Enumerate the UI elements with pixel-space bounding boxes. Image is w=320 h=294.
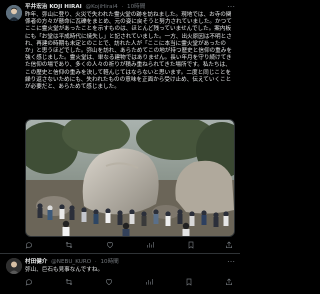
share-icon	[225, 241, 232, 248]
post-image[interactable]	[25, 119, 235, 237]
views-button[interactable]	[146, 241, 156, 249]
avatar[interactable]	[6, 5, 22, 21]
author-name[interactable]: 村田健介	[25, 259, 47, 265]
reply-button[interactable]	[25, 278, 33, 286]
post-body: 弥山、巨石も見事なんですね。	[25, 267, 104, 273]
reply-icon	[25, 242, 32, 249]
timeline: 平井宏治 KOJI HIRAI @KojiHirai4 · 10時間 ⋯ 昨年、…	[0, 0, 240, 294]
post-time[interactable]: 10時間	[127, 4, 145, 10]
views-icon	[147, 242, 154, 248]
like-icon	[106, 242, 113, 249]
bookmark-button[interactable]	[187, 241, 195, 249]
repost-button[interactable]	[65, 241, 75, 249]
share-button[interactable]	[225, 241, 233, 249]
separator: ·	[94, 259, 97, 265]
more-icon[interactable]: ⋯	[227, 258, 235, 266]
views-icon	[146, 279, 153, 285]
repost-button[interactable]	[65, 278, 73, 286]
repost-icon	[66, 241, 73, 249]
post-body: 昨年、弥山に登り、火災で失われた霊火堂の跡を訪ねました。現地では、お寺の関係者の…	[25, 12, 232, 91]
author-handle[interactable]: @NEBU_KURO	[51, 259, 91, 265]
post-actions	[25, 277, 233, 287]
like-button[interactable]	[106, 241, 116, 249]
like-button[interactable]	[105, 278, 113, 286]
separator: ·	[121, 4, 124, 10]
post[interactable]: 村田健介 @NEBU_KURO · 10時間 ⋯ 弥山、巨石も見事なんですね。	[0, 254, 240, 294]
post-header: 村田健介 @NEBU_KURO · 10時間	[25, 259, 226, 266]
author-name[interactable]: 平井宏治 KOJI HIRAI	[25, 4, 82, 10]
repost-icon	[65, 278, 73, 286]
reply-icon	[25, 279, 32, 286]
bookmark-icon	[186, 278, 192, 286]
reply-button[interactable]	[25, 241, 35, 249]
share-button[interactable]	[225, 278, 233, 286]
bookmark-button[interactable]	[185, 278, 193, 286]
like-icon	[105, 279, 113, 286]
avatar[interactable]	[6, 258, 22, 274]
more-icon[interactable]: ⋯	[227, 3, 235, 11]
bookmark-icon	[188, 241, 193, 249]
post-header: 平井宏治 KOJI HIRAI @KojiHirai4 · 10時間	[25, 4, 226, 11]
post[interactable]: 平井宏治 KOJI HIRAI @KojiHirai4 · 10時間 ⋯ 昨年、…	[0, 0, 240, 268]
post-actions	[25, 240, 233, 250]
author-handle[interactable]: @KojiHirai4	[86, 4, 118, 10]
share-icon	[226, 278, 232, 285]
photo-scene	[26, 120, 234, 236]
views-button[interactable]	[145, 278, 153, 286]
post-time[interactable]: 10時間	[100, 259, 118, 265]
